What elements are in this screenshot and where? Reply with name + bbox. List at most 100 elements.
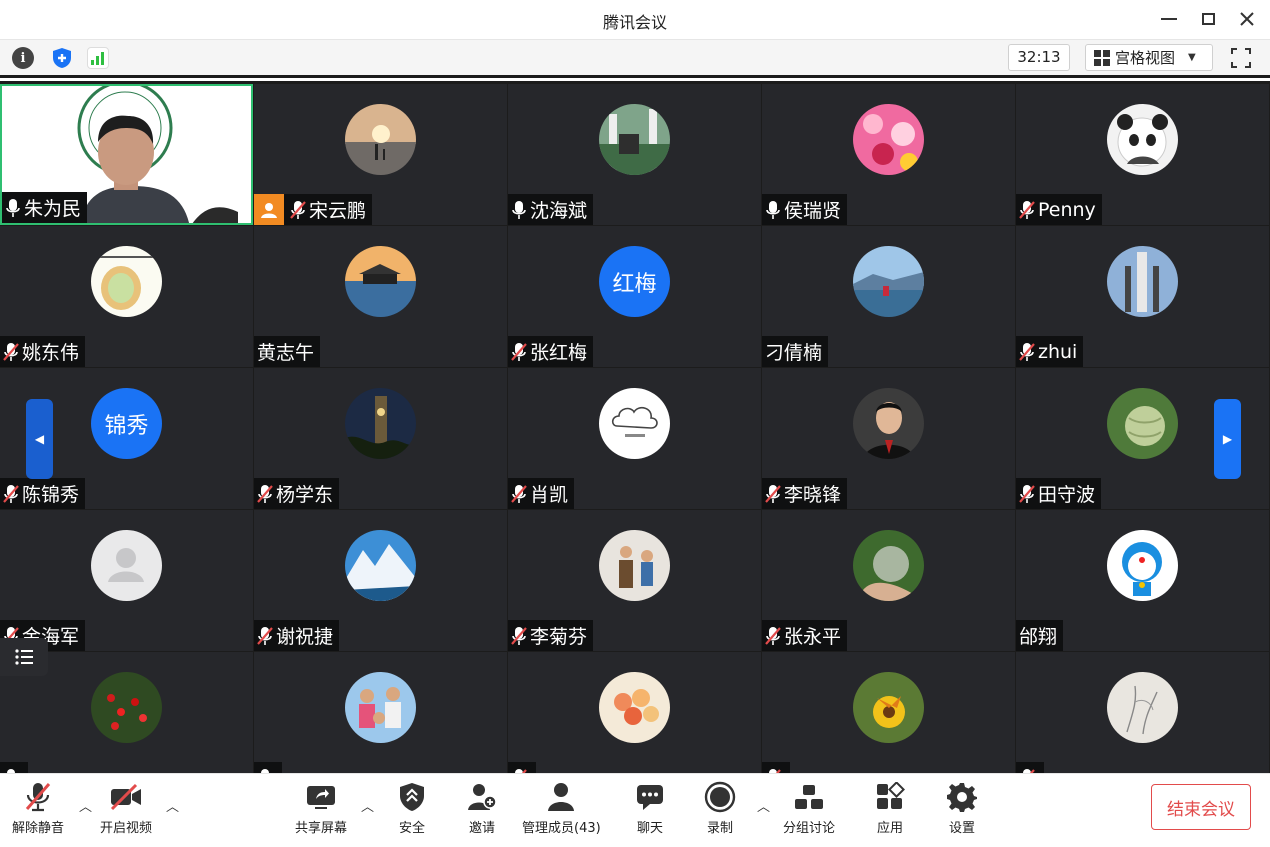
settings-label: 设置 xyxy=(948,821,975,836)
audio-options-chevron-icon[interactable]: ︿ xyxy=(79,796,92,815)
add-user-icon xyxy=(465,780,499,814)
participant-tile[interactable]: 杨学东 xyxy=(254,368,507,509)
avatar xyxy=(853,388,924,459)
avatar: 红梅 xyxy=(599,246,670,317)
breakout-rooms-button[interactable]: 分组讨论 xyxy=(783,780,835,836)
camera-off-icon xyxy=(109,780,143,814)
avatar xyxy=(345,530,416,601)
avatar xyxy=(1107,104,1178,175)
settings-button[interactable]: 设置 xyxy=(945,780,979,836)
network-signal-icon[interactable] xyxy=(87,47,109,69)
participant-tile[interactable]: 邰翔 xyxy=(1016,510,1269,651)
video-options-chevron-icon[interactable]: ︿ xyxy=(166,796,179,815)
chevron-right-icon: ▶ xyxy=(1222,432,1233,446)
microphone-muted-icon xyxy=(257,626,273,645)
avatar xyxy=(599,672,670,743)
maximize-button[interactable] xyxy=(1193,6,1223,32)
avatar xyxy=(599,530,670,601)
start-video-label: 开启视频 xyxy=(100,821,153,836)
record-options-chevron-icon[interactable]: ︿ xyxy=(757,796,770,815)
invite-button[interactable]: 邀请 xyxy=(465,780,499,836)
minimize-button[interactable] xyxy=(1154,6,1184,32)
participant-name: 陈锦秀 xyxy=(22,484,80,506)
microphone-muted-icon xyxy=(765,626,781,645)
security-icon xyxy=(395,780,429,814)
participant-name: 张红梅 xyxy=(530,342,588,364)
apps-button[interactable]: 应用 xyxy=(873,780,907,836)
participant-name: 侯瑞贤 xyxy=(784,200,842,222)
participant-grid: 朱为民 宋云鹏 沈海斌 侯瑞贤 Penny 姚东伟 黄志午 红梅 张红梅 刁倩楠… xyxy=(0,81,1270,773)
participant-tile[interactable]: 张永平 xyxy=(762,510,1015,651)
participant-tile[interactable]: 黄志午 xyxy=(254,226,507,367)
participant-tile[interactable]: 宋云鹏 xyxy=(254,84,507,225)
microphone-muted-icon xyxy=(511,626,527,645)
participant-tile[interactable]: 沈海斌 xyxy=(508,84,761,225)
invite-label: 邀请 xyxy=(468,821,495,836)
participant-tile[interactable]: 姚东伟 xyxy=(0,226,253,367)
avatar xyxy=(599,388,670,459)
participant-tile[interactable]: 朱为民 xyxy=(0,84,253,225)
avatar xyxy=(91,672,162,743)
close-icon xyxy=(1240,12,1254,26)
participant-tile[interactable]: 刁倩楠 xyxy=(762,226,1015,367)
manage-members-button[interactable]: 管理成员(43) xyxy=(522,780,601,836)
participant-tile[interactable]: 谢祝捷 xyxy=(254,510,507,651)
participant-name: 田守波 xyxy=(1038,484,1096,506)
share-screen-button[interactable]: 共享屏幕 xyxy=(295,780,347,836)
participant-tile[interactable]: 李菊芬 xyxy=(508,510,761,651)
close-button[interactable] xyxy=(1232,6,1262,32)
participant-name: 刁倩楠 xyxy=(765,342,823,364)
participant-name: 朱为民 xyxy=(24,198,82,220)
unmute-button[interactable]: 解除静音 xyxy=(12,780,64,836)
members-icon xyxy=(544,780,578,814)
participant-tile[interactable]: 金海军 xyxy=(0,510,253,651)
breakout-rooms-label: 分组讨论 xyxy=(783,821,836,836)
avatar xyxy=(853,246,924,317)
list-icon xyxy=(15,649,33,665)
security-label: 安全 xyxy=(398,821,425,836)
participant-name: 肖凯 xyxy=(530,484,569,506)
microphone-muted-icon xyxy=(3,342,19,361)
record-icon xyxy=(703,780,737,814)
avatar xyxy=(853,672,924,743)
participant-name: 黄志午 xyxy=(257,342,315,364)
start-video-button[interactable]: 开启视频 xyxy=(100,780,152,836)
participant-tile[interactable] xyxy=(1016,652,1269,773)
maximize-icon xyxy=(1201,13,1215,25)
participant-tile[interactable]: 李晓锋 xyxy=(762,368,1015,509)
avatar xyxy=(1107,530,1178,601)
host-badge-icon xyxy=(254,194,284,225)
microphone-on-icon xyxy=(512,200,526,219)
chat-button[interactable]: 聊天 xyxy=(633,780,667,836)
chevron-left-icon: ◀ xyxy=(34,432,45,446)
unmute-label: 解除静音 xyxy=(12,821,65,836)
microphone-muted-icon xyxy=(257,484,273,503)
grid-view-icon xyxy=(1094,49,1110,66)
title-bar: 腾讯会议 xyxy=(0,0,1270,40)
minimize-icon xyxy=(1161,18,1177,20)
avatar xyxy=(1107,672,1178,743)
participant-tile[interactable] xyxy=(762,652,1015,773)
participant-tile[interactable]: zhui xyxy=(1016,226,1269,367)
record-button[interactable]: 录制 xyxy=(703,780,737,836)
participant-tile[interactable]: 红梅 张红梅 xyxy=(508,226,761,367)
meeting-info-bar: i 32:13 宫格视图 ▼ xyxy=(0,40,1270,78)
info-icon[interactable]: i xyxy=(12,47,34,69)
participant-tile[interactable]: Penny xyxy=(1016,84,1269,225)
security-shield-icon[interactable] xyxy=(51,47,73,69)
window-title: 腾讯会议 xyxy=(602,13,667,32)
view-mode-dropdown[interactable]: 宫格视图 ▼ xyxy=(1085,44,1213,71)
participant-tile[interactable] xyxy=(254,652,507,773)
previous-page-button[interactable]: ◀ xyxy=(26,399,53,479)
fullscreen-button[interactable] xyxy=(1228,45,1254,71)
security-button[interactable]: 安全 xyxy=(395,780,429,836)
member-list-toggle-button[interactable] xyxy=(0,638,48,676)
default-avatar-icon xyxy=(91,530,162,601)
participant-tile[interactable]: 肖凯 xyxy=(508,368,761,509)
microphone-muted-icon xyxy=(3,484,19,503)
next-page-button[interactable]: ▶ xyxy=(1214,399,1241,479)
share-options-chevron-icon[interactable]: ︿ xyxy=(361,796,374,815)
end-meeting-button[interactable]: 结束会议 xyxy=(1151,784,1251,830)
participant-tile[interactable] xyxy=(508,652,761,773)
participant-tile[interactable]: 侯瑞贤 xyxy=(762,84,1015,225)
